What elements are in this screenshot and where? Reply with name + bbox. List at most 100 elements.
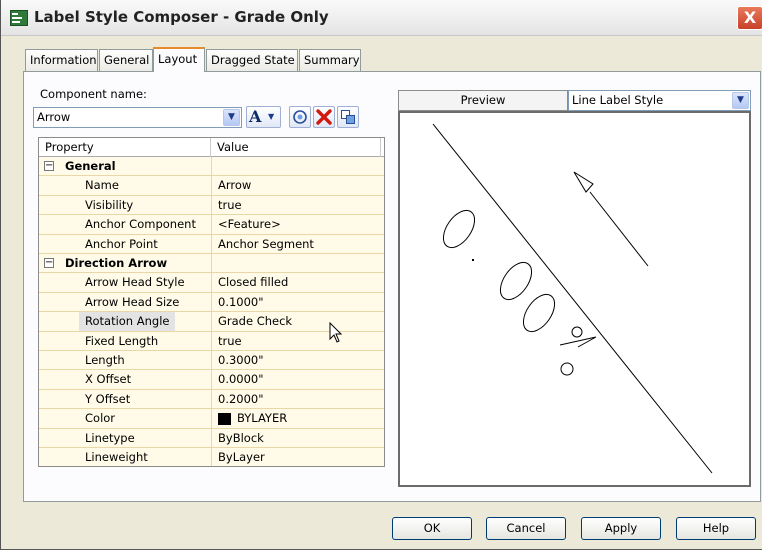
property-value <box>211 254 383 273</box>
component-name-label: Component name: <box>40 87 147 101</box>
chevron-down-icon: ▼ <box>268 112 275 121</box>
create-text-component-button[interactable]: A ▼ <box>246 106 281 128</box>
grid-property-row[interactable]: X Offset 0.0000" <box>39 370 384 390</box>
property-value-text: 0.2000" <box>218 391 264 406</box>
property-value-text: Arrow <box>218 178 252 193</box>
property-value[interactable]: 0.0000" <box>211 370 383 390</box>
property-value-text: ByLayer <box>218 450 265 464</box>
chevron-down-icon[interactable]: ▼ <box>732 92 749 109</box>
property-value-text: 0.0000" <box>218 372 264 387</box>
delete-component-button[interactable] <box>313 106 335 128</box>
grid-property-row[interactable]: Arrow Head Size 0.1000" <box>39 292 384 313</box>
property-value[interactable]: ByBlock <box>211 428 383 448</box>
close-button[interactable]: X <box>737 6 762 30</box>
mouse-cursor-icon <box>329 322 343 343</box>
property-value[interactable]: ByLayer <box>211 448 383 466</box>
decimal-point <box>472 259 474 261</box>
copy-component-button[interactable] <box>289 106 311 128</box>
grid-property-row[interactable]: Anchor Point Anchor Segment <box>39 234 384 254</box>
property-value-text: 0.3000" <box>218 353 264 367</box>
property-value[interactable]: true <box>211 195 383 215</box>
property-value-text: BYLAYER <box>237 411 288 426</box>
property-value-text: ByBlock <box>218 430 264 445</box>
property-value[interactable]: 0.3000" <box>211 351 383 370</box>
draw-order-icon <box>341 110 355 124</box>
grid-property-row[interactable]: Arrow Head Style Closed filled <box>39 273 384 293</box>
app-icon <box>10 10 28 26</box>
label-char-0 <box>442 209 476 249</box>
grid-property-row[interactable]: Visibility true <box>39 195 384 216</box>
tab-layout[interactable]: Layout <box>153 47 205 72</box>
label-char-0 <box>522 293 556 333</box>
property-value[interactable]: true <box>211 331 383 351</box>
property-value-text: true <box>218 197 242 212</box>
property-value[interactable]: 0.2000" <box>211 389 383 409</box>
chevron-down-icon[interactable]: ▼ <box>223 109 240 126</box>
group-label: Direction Arrow <box>65 256 168 270</box>
property-value[interactable]: Arrow <box>211 176 383 196</box>
preview-style-select[interactable]: Line Label Style ▼ <box>568 90 751 111</box>
draw-order-button[interactable] <box>337 106 359 128</box>
property-value[interactable]: 0.1000" <box>211 292 383 312</box>
grid-property-row[interactable]: Lineweight ByLayer <box>39 448 384 466</box>
collapse-toggle-icon[interactable]: − <box>44 258 54 268</box>
label-style-composer-window: Label Style Composer - Grade Only X Info… <box>0 0 762 550</box>
property-name: Fixed Length <box>85 333 159 348</box>
property-value <box>211 157 383 176</box>
preview-pane <box>398 111 751 487</box>
apply-button[interactable]: Apply <box>581 517 661 540</box>
label-char-percent-bottom <box>560 362 574 376</box>
cancel-button[interactable]: Cancel <box>486 517 566 540</box>
label-char-0 <box>499 261 533 301</box>
grid-group-row[interactable]: − Direction Arrow <box>39 254 384 274</box>
property-value[interactable]: <Feature> <box>211 215 383 235</box>
property-name: Y Offset <box>85 391 131 406</box>
property-value-text: Grade Check <box>218 314 293 329</box>
help-button[interactable]: Help <box>676 517 756 540</box>
grid-property-row[interactable]: Y Offset 0.2000" <box>39 389 384 410</box>
window-title: Label Style Composer - Grade Only <box>34 8 329 26</box>
property-name: Length <box>85 353 125 367</box>
grid-header: Property Value <box>39 138 384 157</box>
grid-property-row[interactable]: Linetype ByBlock <box>39 428 384 448</box>
property-value[interactable]: Grade Check <box>211 312 383 332</box>
property-value[interactable]: Anchor Segment <box>211 234 383 254</box>
property-column-header[interactable]: Property <box>39 138 211 157</box>
property-name: Name <box>85 178 119 193</box>
property-value-text: Anchor Segment <box>218 236 314 251</box>
preview-drawing <box>432 123 713 474</box>
tab-dragged-state[interactable]: Dragged State <box>206 49 298 71</box>
property-value[interactable]: Closed filled <box>211 273 383 293</box>
property-value[interactable]: BYLAYER <box>211 409 383 429</box>
preview-header: Preview <box>398 90 568 111</box>
property-name: Color <box>85 411 116 426</box>
value-column-header[interactable]: Value <box>211 138 381 157</box>
title-bar[interactable]: Label Style Composer - Grade Only X <box>1 0 762 36</box>
grid-property-row[interactable]: Anchor Component <Feature> <box>39 215 384 235</box>
grid-property-row[interactable]: Length 0.3000" <box>39 351 384 371</box>
feature-line <box>432 123 713 474</box>
property-value-text: Closed filled <box>218 275 289 290</box>
property-name: Arrow Head Size <box>85 294 180 309</box>
property-name: Lineweight <box>85 450 148 464</box>
property-name: Anchor Point <box>85 236 158 251</box>
preview-style-value: Line Label Style <box>572 93 664 107</box>
delete-component-icon <box>316 109 332 125</box>
direction-arrow-shaft <box>589 191 649 267</box>
component-name-select[interactable]: Arrow ▼ <box>33 107 242 128</box>
tab-information[interactable]: Information <box>25 49 98 71</box>
tab-general[interactable]: General <box>99 49 153 71</box>
ok-button[interactable]: OK <box>392 517 472 540</box>
grid-property-row[interactable]: Name Arrow <box>39 176 384 196</box>
grid-group-row[interactable]: − General <box>39 157 384 177</box>
property-value-text: <Feature> <box>218 217 281 232</box>
label-char-percent-top <box>571 326 583 338</box>
grid-property-row[interactable]: Color BYLAYER <box>39 409 384 429</box>
property-grid[interactable]: Property Value − General Name Arrow Visibili… <box>38 137 385 467</box>
collapse-toggle-icon[interactable]: − <box>44 161 54 171</box>
label-char-percent-slash <box>559 336 597 348</box>
tab-summary[interactable]: Summary <box>299 49 361 71</box>
property-name: Anchor Component <box>85 217 196 232</box>
copy-component-icon <box>293 110 307 124</box>
direction-arrow-head <box>573 171 594 193</box>
